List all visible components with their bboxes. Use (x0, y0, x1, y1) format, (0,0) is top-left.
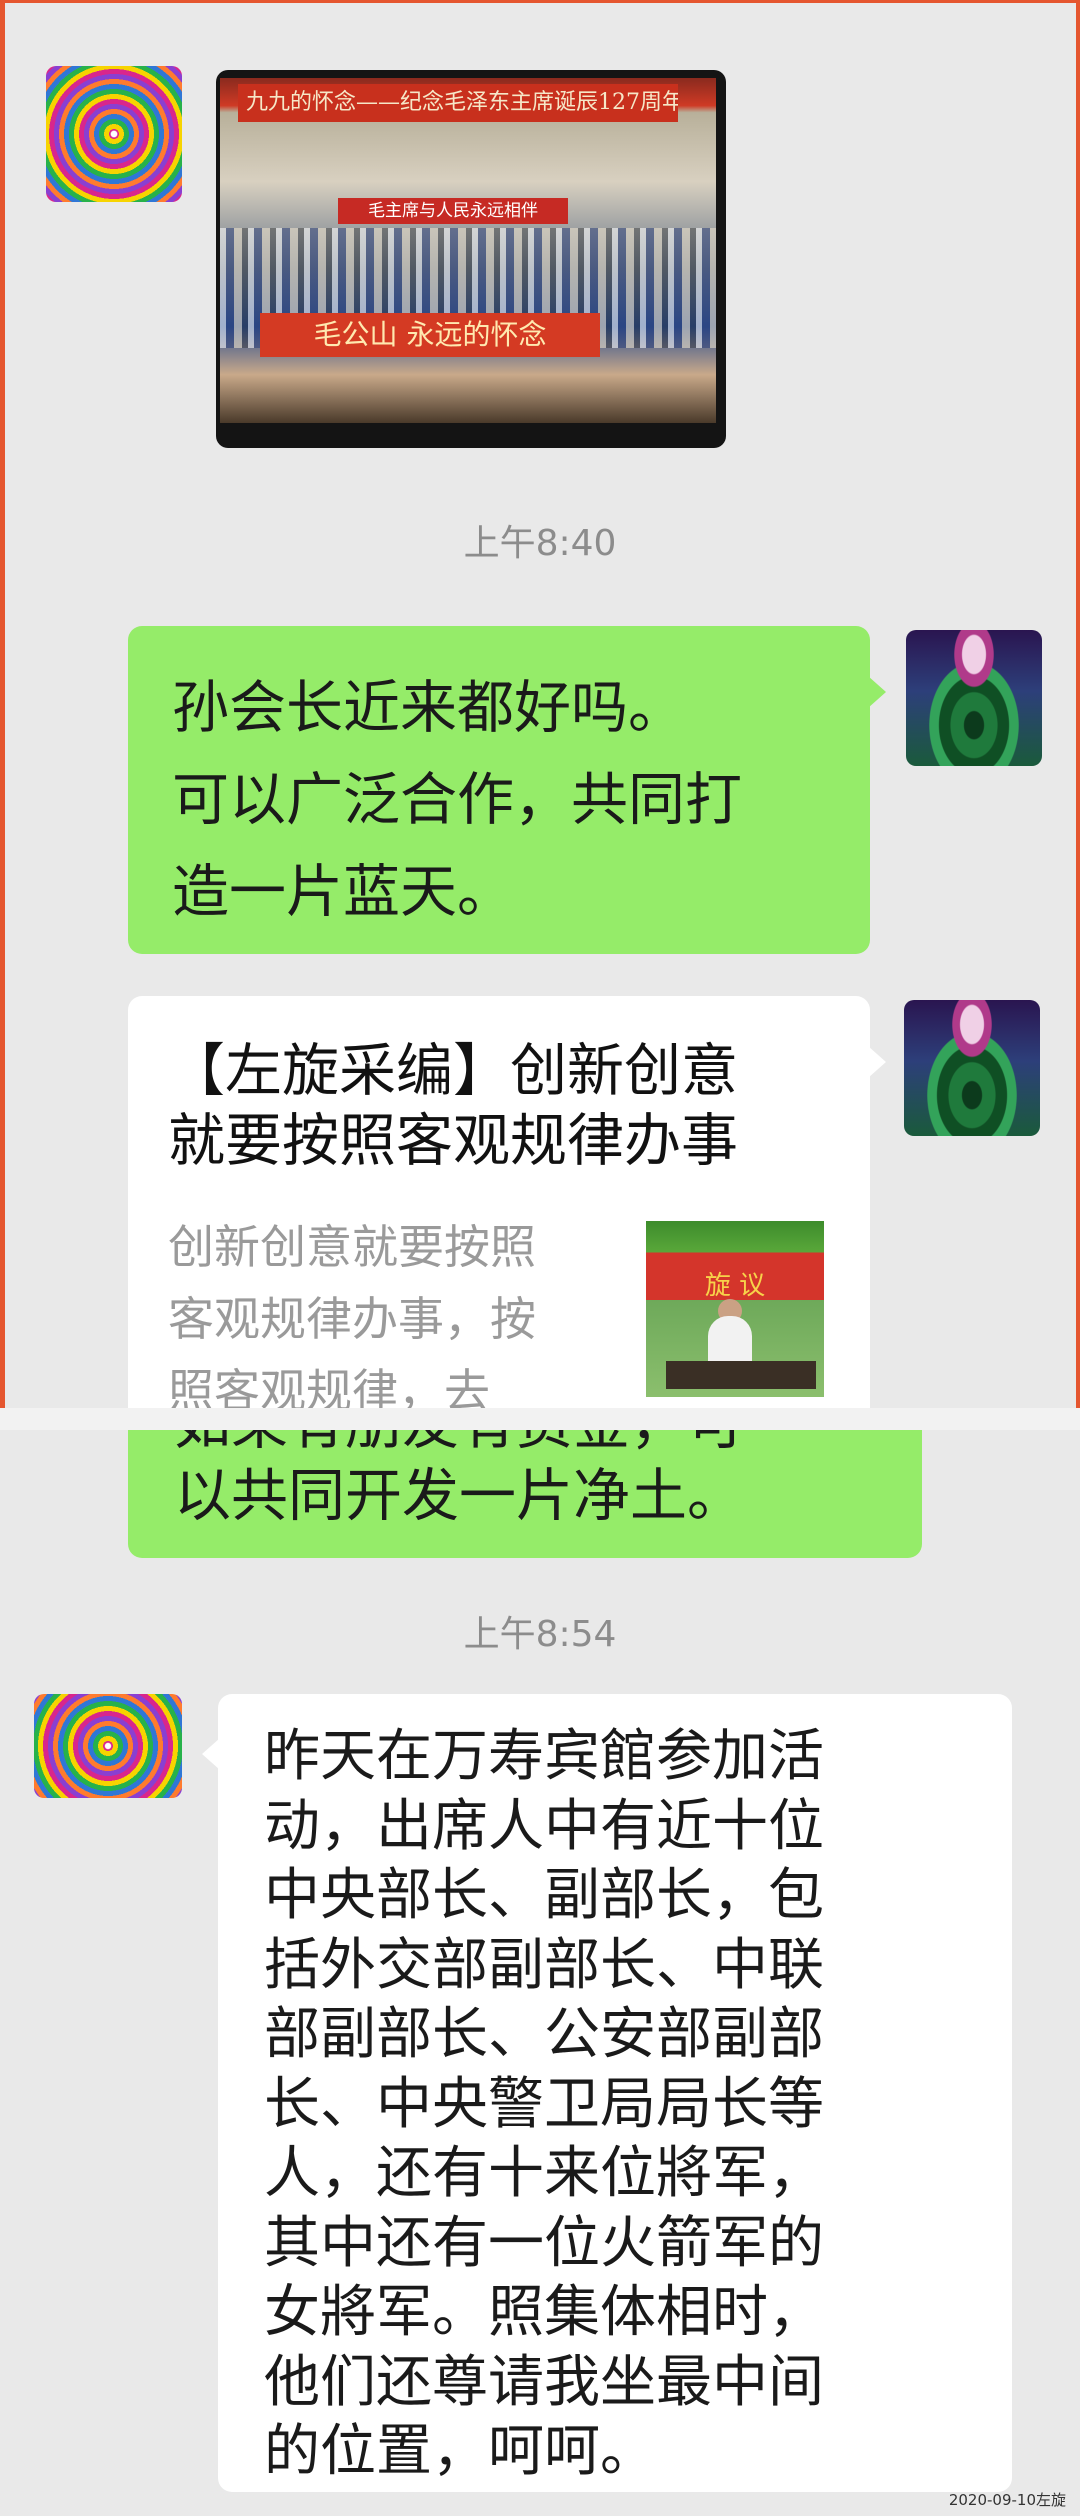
message-text: 孙会长近来都好吗。 可以广泛合作，共同打 造一片蓝天。 (172, 675, 742, 925)
thumb-banner-text: 旋 议 (704, 1271, 766, 1301)
bubble-tail (868, 676, 886, 708)
outgoing-message[interactable]: 孙会长近来都好吗。 可以广泛合作，共同打 造一片蓝天。 (128, 626, 886, 954)
message-text: 昨天在万寿宾館参加活 动，出席人中有近十位 中央部长、副部长，包 括外交部副部长… (264, 1724, 824, 2484)
timestamp: 上午8:40 (463, 523, 617, 564)
photo-banner-bottom: 毛公山 永远的怀念 (260, 313, 600, 357)
right-edge (1076, 0, 1080, 1418)
incoming-message[interactable]: 昨天在万寿宾館参加活 动，出席人中有近十位 中央部长、副部长，包 括外交部副部长… (202, 1694, 1012, 2492)
contact-avatar[interactable] (34, 1694, 182, 1798)
timestamp: 上午8:54 (463, 1614, 617, 1655)
top-edge (0, 0, 1080, 3)
message-text: 如果有朋友有资金，可 以共同开发一片净土。 (174, 1430, 744, 1529)
bubble-tail (202, 1738, 220, 1770)
cut-message-wrapper: 如果有朋友有资金，可 以共同开发一片净土。 (0, 1430, 1080, 1560)
link-card-description: 创新创意就要按照 客观规律办事，按 照客观规律，去 (168, 1220, 536, 1408)
left-edge (0, 0, 5, 1418)
link-card-message[interactable]: 【左旋采编】创新创意 就要按照客观规律办事 创新创意就要按照 客观规律办事，按 … (128, 996, 886, 1408)
thumb-desk (666, 1361, 816, 1389)
bubble-tail (868, 1046, 886, 1078)
screenshot-seam (0, 1408, 1080, 1430)
photo-message[interactable]: 九九的怀念——纪念毛泽东主席诞辰127周年 毛主席与人民永远相伴 毛公山 永远的… (216, 70, 726, 448)
group-photo-image: 九九的怀念——纪念毛泽东主席诞辰127周年 毛主席与人民永远相伴 毛公山 永远的… (220, 78, 716, 423)
photo-banner-mid: 毛主席与人民永远相伴 (338, 198, 568, 224)
watermark: 2020-09-10左旋 (948, 2491, 1066, 2509)
outgoing-message[interactable]: 如果有朋友有资金，可 以共同开发一片净土。 (128, 1430, 922, 1558)
link-card-thumbnail: 旋 议 (646, 1221, 824, 1397)
contact-avatar[interactable] (46, 66, 182, 202)
photo-banner-top: 九九的怀念——纪念毛泽东主席诞辰127周年 (238, 84, 678, 122)
self-avatar[interactable] (904, 1000, 1040, 1136)
self-avatar[interactable] (906, 630, 1042, 766)
